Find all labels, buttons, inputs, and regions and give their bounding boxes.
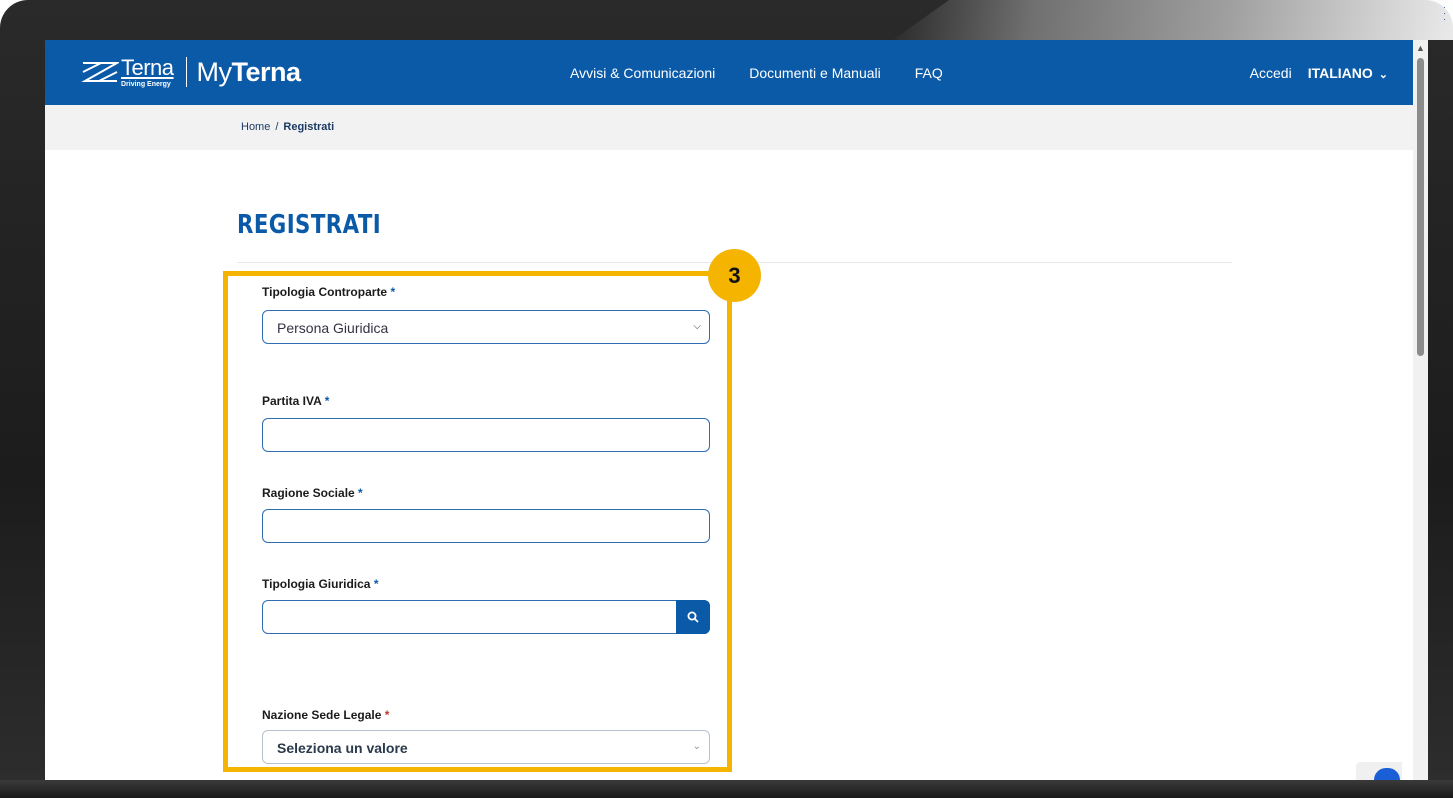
myterna-logo[interactable]: Terna Driving Energy MyTerna (81, 54, 301, 90)
breadcrumb: Home / Registrati (241, 121, 334, 133)
logo-my-brand: Terna (231, 56, 302, 87)
logo-terna-text: Terna (121, 54, 174, 80)
scroll-thumb[interactable] (1417, 58, 1424, 356)
logo-divider (185, 57, 187, 87)
main-nav: Avvisi & Comunicazioni Documenti e Manua… (570, 40, 977, 105)
chevron-down-icon: ⌄ (1378, 68, 1388, 81)
nav-avvisi[interactable]: Avvisi & Comunicazioni (570, 65, 715, 81)
logo-tagline: Driving Energy (121, 80, 171, 88)
nav-documenti[interactable]: Documenti e Manuali (749, 65, 881, 81)
terna-logo-icon (81, 62, 119, 82)
bezel-reflection (893, 0, 1453, 40)
login-link[interactable]: Accedi (1250, 65, 1292, 81)
scroll-up-icon[interactable]: ▲ (1416, 43, 1425, 53)
site-header: Terna Driving Energy MyTerna Avvisi & Co… (45, 40, 1428, 105)
browser-viewport: Terna Driving Energy MyTerna Avvisi & Co… (45, 40, 1428, 780)
breadcrumb-separator: / (275, 121, 279, 133)
step-badge: 3 (708, 249, 761, 302)
recaptcha-icon (1374, 768, 1400, 780)
scrollbar[interactable]: ▲ (1413, 40, 1428, 780)
laptop-bottom-edge (0, 780, 1453, 798)
breadcrumb-bar: Home / Registrati (45, 105, 1428, 150)
step-highlight-box (223, 271, 732, 772)
logo-myterna: MyTerna (196, 56, 302, 88)
language-selector[interactable]: ITALIANO ⌄ (1308, 65, 1388, 81)
menu-dots-icon: · · · (1443, 2, 1446, 24)
recaptcha-badge[interactable] (1356, 762, 1402, 780)
breadcrumb-home[interactable]: Home (241, 121, 270, 133)
nav-faq[interactable]: FAQ (915, 65, 943, 81)
header-actions: Accedi ITALIANO ⌄ (1250, 40, 1388, 105)
language-label: ITALIANO (1307, 64, 1373, 81)
page-title: REGISTRATI (237, 210, 382, 240)
logo-my-prefix: My (196, 56, 233, 87)
breadcrumb-current: Registrati (283, 121, 335, 133)
